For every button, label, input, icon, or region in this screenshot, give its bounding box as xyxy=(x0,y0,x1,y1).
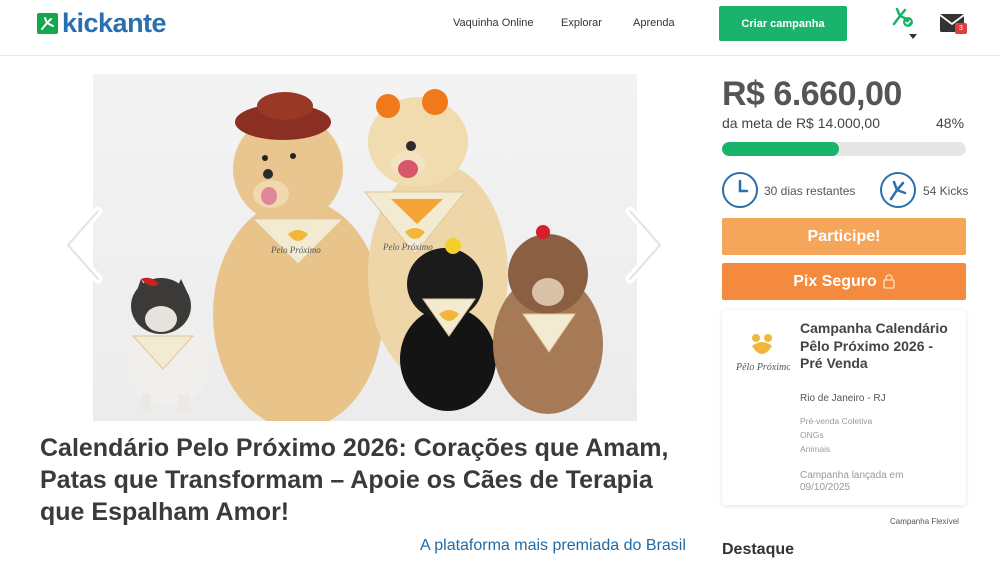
kicks-icon xyxy=(880,172,916,208)
top-header: kickante Vaquinha Online Explorar Aprend… xyxy=(0,0,1000,56)
clock-icon xyxy=(722,172,758,208)
bandana-text: Pelo Próximo xyxy=(382,242,433,252)
category-tag[interactable]: Animais xyxy=(800,444,830,454)
nav-vaquinha-online[interactable]: Vaquinha Online xyxy=(453,17,534,29)
progress-fill xyxy=(722,142,840,156)
nav-explorar[interactable]: Explorar xyxy=(561,17,602,29)
create-campaign-button[interactable]: Criar campanha xyxy=(719,6,847,41)
pix-button-label: Pix Seguro xyxy=(793,272,877,290)
prev-slide-arrow-icon[interactable] xyxy=(58,205,108,285)
pix-button[interactable]: Pix Seguro xyxy=(722,263,966,300)
flexible-campaign-note: Campanha Flexível xyxy=(890,517,959,526)
nav-aprenda[interactable]: Aprenda xyxy=(633,17,675,29)
owner-location: Rio de Janeiro - RJ xyxy=(800,393,886,404)
brand-name: kickante xyxy=(62,8,167,38)
highlight-heading: Destaque xyxy=(722,541,795,558)
platform-tagline: A plataforma mais premiada do Brasil xyxy=(420,537,686,554)
kickante-logo[interactable]: kickante xyxy=(37,8,167,38)
chevron-down-icon[interactable] xyxy=(909,34,917,39)
lock-icon xyxy=(883,274,895,289)
bandana-text: Pelo Próximo xyxy=(270,245,321,255)
participate-button[interactable]: Participe! xyxy=(722,218,966,255)
goal-text: da meta de R$ 14.000,00 xyxy=(722,115,881,131)
notification-badge: 3 xyxy=(955,23,967,34)
user-avatar[interactable] xyxy=(888,4,916,28)
launch-date: Campanha lançada em 09/10/2025 xyxy=(800,470,904,493)
category-tag[interactable]: Pré-venda Coletiva xyxy=(800,416,872,426)
raised-amount: R$ 6.660,00 xyxy=(722,75,902,113)
kicks-count: 54 Kicks xyxy=(923,184,969,198)
owner-campaign-title[interactable]: Campanha Calendário Pêlo Próximo 2026 - … xyxy=(800,320,950,373)
logo-icon xyxy=(37,12,58,34)
campaign-owner-card[interactable]: Pêlo Próximo Campanha Calendário Pêlo Pr… xyxy=(722,310,966,505)
dogs-photo: Pelo Próximo Pelo Próximo xyxy=(126,89,603,421)
category-tag[interactable]: ONGs xyxy=(800,430,824,440)
next-slide-arrow-icon[interactable] xyxy=(620,205,670,285)
organization-logo: Pêlo Próximo xyxy=(734,330,791,374)
campaign-title: Calendário Pelo Próximo 2026: Corações q… xyxy=(40,434,669,526)
campaign-image: Pelo Próximo Pelo Próximo xyxy=(93,74,637,421)
funding-progress-bar xyxy=(722,142,966,156)
percent-funded: 48% xyxy=(936,115,965,131)
days-remaining: 30 dias restantes xyxy=(764,184,856,198)
organization-logo-text: Pêlo Próximo xyxy=(735,362,790,373)
